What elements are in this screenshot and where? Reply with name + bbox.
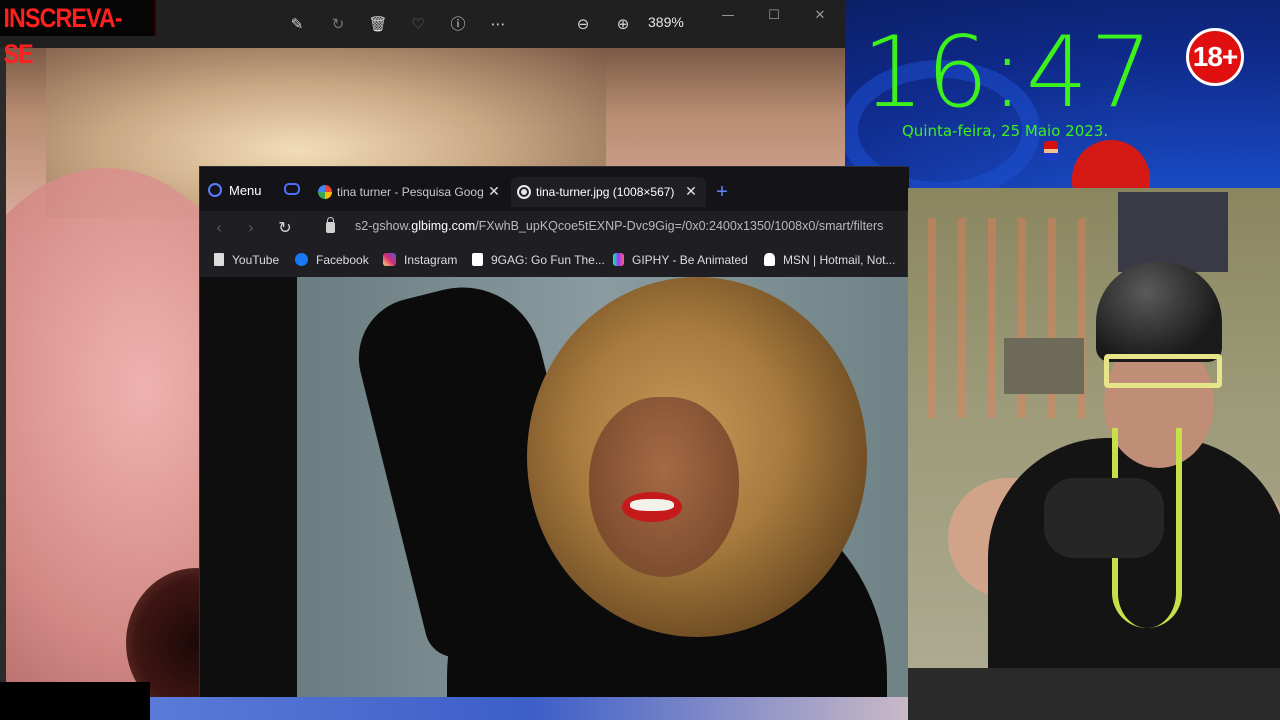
bookmark-label: YouTube [232, 253, 280, 267]
reload-button[interactable]: ↻ [274, 217, 296, 239]
image-teeth [630, 499, 674, 511]
bookmark-label: Instagram [404, 253, 458, 267]
tab-title: tina-turner.jpg (1008×567) [536, 185, 675, 199]
wall-masks [1004, 338, 1084, 394]
bookmark-youtube[interactable]: YouTube [214, 251, 279, 269]
facebook-icon [295, 253, 308, 266]
google-icon [318, 185, 332, 199]
clock-date: Quinta-feira, 25 Maio 2023. [902, 122, 1109, 140]
url-path: /FXwhB_upKQcoe5tEXNP-Dvc9Gig=/0x0:2400x1… [475, 219, 884, 233]
taskbar-wallpaper-strip [150, 697, 908, 720]
zoom-level[interactable]: 389% [648, 14, 684, 30]
age-rating-badge: 18+ [1186, 28, 1244, 86]
edit-image-icon[interactable]: ✎ [285, 12, 309, 36]
bookmark-label: Facebook [316, 253, 369, 267]
subscribe-text: INSCREVA-SE [3, 3, 122, 69]
displayed-image[interactable] [297, 277, 909, 698]
url-domain: glbimg.com [411, 219, 476, 233]
tab-title: tina turner - Pesquisa Goog [337, 185, 484, 199]
instagram-icon [383, 253, 396, 266]
browser-window: Menu tina turner - Pesquisa Goog ✕ tina-… [199, 166, 909, 698]
opera-menu-button[interactable]: Menu [208, 179, 262, 203]
rotate-icon[interactable]: ↻ [326, 12, 350, 36]
close-tab-icon[interactable]: ✕ [486, 177, 502, 207]
gamepad-icon[interactable] [284, 183, 300, 195]
opera-logo-icon [208, 183, 222, 197]
tab-google-search[interactable]: tina turner - Pesquisa Goog [312, 177, 502, 207]
address-bar: ‹ › ↻ s2-gshow.glbimg.com/FXwhB_upKQcoe5… [200, 211, 909, 245]
url-prefix: s2-gshow. [355, 219, 412, 233]
globe-icon [517, 185, 531, 199]
bookmark-giphy[interactable]: GIPHY - Be Animated [613, 251, 748, 269]
gloved-hands [1044, 478, 1164, 558]
zoom-in-icon[interactable]: ⊕ [611, 12, 635, 36]
bookmark-9gag[interactable]: 9GAG: Go Fun The... [472, 251, 605, 269]
info-icon[interactable]: ⓘ [446, 12, 470, 36]
bookmark-facebook[interactable]: Facebook [295, 251, 369, 269]
bookmark-instagram[interactable]: Instagram [383, 251, 457, 269]
msn-icon [764, 253, 775, 266]
heart-icon[interactable]: ♡ [406, 12, 430, 36]
9gag-icon [472, 253, 483, 266]
police-helmet [1096, 262, 1222, 362]
back-button[interactable]: ‹ [208, 217, 230, 239]
mario-sprite [1044, 141, 1058, 161]
black-overlay-box [0, 682, 150, 720]
clock-time: 16:47 [862, 16, 1155, 130]
image-viewer [200, 277, 909, 698]
trash-icon[interactable]: 🗑 [366, 12, 390, 36]
menu-label: Menu [229, 183, 262, 198]
more-icon[interactable]: ⋯ [486, 12, 510, 36]
desk [908, 668, 1280, 720]
bookmark-label: MSN | Hotmail, Not... [783, 253, 896, 267]
new-tab-button[interactable]: + [712, 179, 732, 205]
close-tab-icon[interactable]: ✕ [683, 177, 699, 207]
forward-button[interactable]: › [240, 217, 262, 239]
wall-poster [1118, 192, 1228, 272]
minimize-button[interactable]: — [713, 8, 743, 28]
close-button[interactable]: ✕ [805, 8, 835, 28]
tab-strip: Menu tina turner - Pesquisa Goog ✕ tina-… [200, 167, 909, 211]
bookmark-label: 9GAG: Go Fun The... [491, 253, 605, 267]
webcam-overlay [908, 188, 1280, 720]
subscribe-badge: INSCREVA-SE [0, 0, 156, 69]
lock-icon[interactable] [326, 217, 335, 233]
giphy-icon [613, 253, 624, 266]
bookmark-icon [214, 253, 224, 266]
maximize-button[interactable]: ☐ [759, 8, 789, 28]
bookmark-msn[interactable]: MSN | Hotmail, Not... [764, 251, 895, 269]
zoom-out-icon[interactable]: ⊖ [571, 12, 595, 36]
tab-image[interactable]: tina-turner.jpg (1008×567) [511, 177, 706, 207]
yellow-glasses [1104, 354, 1222, 388]
bookmark-label: GIPHY - Be Animated [632, 253, 748, 267]
url-field[interactable]: s2-gshow.glbimg.com/FXwhB_upKQcoe5tEXNP-… [355, 219, 883, 233]
image-face [589, 397, 739, 577]
